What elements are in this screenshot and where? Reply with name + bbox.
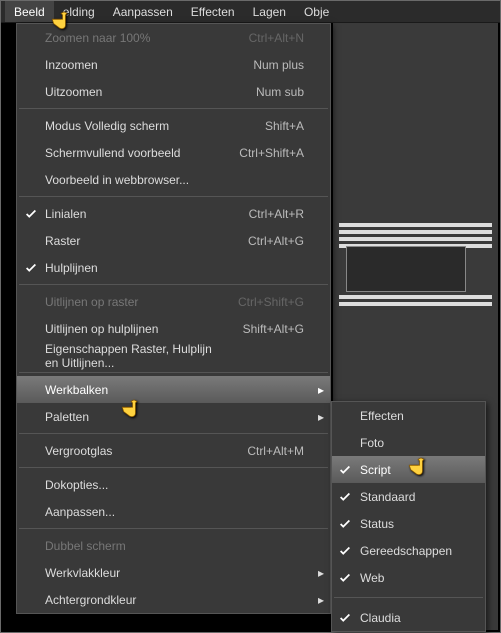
menubar-item[interactable]: Effecten bbox=[182, 1, 244, 22]
check-icon bbox=[332, 544, 358, 558]
submenu-werkbalken: Effecten Foto Script Standaard Status Gereeds… bbox=[331, 401, 486, 632]
menu-separator bbox=[19, 467, 328, 468]
menu-item-label: Paletten bbox=[45, 410, 222, 424]
menu-item[interactable]: Claudia bbox=[332, 604, 485, 631]
menu-item: Dubbel scherm bbox=[17, 532, 330, 559]
menu-item-label: Werkbalken bbox=[45, 383, 222, 397]
check-icon bbox=[332, 463, 358, 477]
menubar: BeeldeldingAanpassenEffectenLagenObje bbox=[1, 1, 500, 23]
menu-item-label: Achtergrondkleur bbox=[45, 593, 222, 607]
menu-shortcut: Ctrl+Alt+G bbox=[222, 234, 312, 248]
menu-item-label: Foto bbox=[358, 436, 467, 450]
menu-item[interactable]: UitzoomenNum sub bbox=[17, 78, 330, 105]
menu-item-label: Uitlijnen op hulplijnen bbox=[45, 322, 222, 336]
menu-item[interactable]: Web bbox=[332, 564, 485, 591]
menu-shortcut: Num sub bbox=[222, 85, 312, 99]
menu-item[interactable]: Schermvullend voorbeeldCtrl+Shift+A bbox=[17, 139, 330, 166]
menu-item[interactable]: Script bbox=[332, 456, 485, 483]
menu-item-label: Claudia bbox=[358, 611, 467, 625]
menu-shortcut: Num plus bbox=[222, 58, 312, 72]
menu-item-label: Dokopties... bbox=[45, 478, 222, 492]
menu-item[interactable]: Effecten bbox=[332, 402, 485, 429]
menu-item[interactable]: Foto bbox=[332, 429, 485, 456]
menu-separator bbox=[19, 108, 328, 109]
canvas-logo bbox=[346, 246, 466, 292]
menubar-item[interactable]: Lagen bbox=[244, 1, 295, 22]
menu-item[interactable]: Uitlijnen op hulplijnenShift+Alt+G bbox=[17, 315, 330, 342]
check-icon bbox=[332, 571, 358, 585]
check-icon bbox=[17, 261, 45, 275]
menubar-item[interactable]: Obje bbox=[295, 1, 338, 22]
menu-item[interactable]: Aanpassen... bbox=[17, 498, 330, 525]
menu-item[interactable]: Gereedschappen bbox=[332, 537, 485, 564]
menu-item-label: Zoomen naar 100% bbox=[45, 31, 222, 45]
menu-item[interactable]: InzoomenNum plus bbox=[17, 51, 330, 78]
menu-item[interactable]: LinialenCtrl+Alt+R bbox=[17, 200, 330, 227]
menu-shortcut: Ctrl+Alt+N bbox=[222, 31, 312, 45]
submenu-arrow-icon: ▸ bbox=[312, 383, 330, 397]
check-icon bbox=[332, 490, 358, 504]
menu-item-label: Gereedschappen bbox=[358, 544, 467, 558]
menu-item[interactable]: Status bbox=[332, 510, 485, 537]
menubar-item[interactable]: Beeld bbox=[5, 1, 54, 22]
menubar-item[interactable]: Aanpassen bbox=[104, 1, 182, 22]
menu-shortcut: Ctrl+Alt+M bbox=[222, 444, 312, 458]
menu-item[interactable]: Modus Volledig schermShift+A bbox=[17, 112, 330, 139]
menu-item-label: Uitlijnen op raster bbox=[45, 295, 222, 309]
menu-item[interactable]: Dokopties... bbox=[17, 471, 330, 498]
menu-item-label: Schermvullend voorbeeld bbox=[45, 146, 222, 160]
menu-item-label: Hulplijnen bbox=[45, 261, 222, 275]
menu-separator bbox=[19, 372, 328, 373]
menu-item-label: Dubbel scherm bbox=[45, 539, 222, 553]
menu-item-label: Vergrootglas bbox=[45, 444, 222, 458]
menu-item-label: Inzoomen bbox=[45, 58, 222, 72]
menu-shortcut: Shift+A bbox=[222, 119, 312, 133]
menu-separator bbox=[19, 284, 328, 285]
menu-item[interactable]: Achtergrondkleur ▸ bbox=[17, 586, 330, 613]
menubar-item[interactable]: elding bbox=[54, 1, 104, 22]
menu-item[interactable]: RasterCtrl+Alt+G bbox=[17, 227, 330, 254]
menu-separator bbox=[19, 433, 328, 434]
submenu-arrow-icon: ▸ bbox=[312, 410, 330, 424]
menu-item[interactable]: Paletten ▸ bbox=[17, 403, 330, 430]
menu-item[interactable]: VergrootglasCtrl+Alt+M bbox=[17, 437, 330, 464]
menu-shortcut: Ctrl+Shift+A bbox=[222, 146, 312, 160]
menu-separator bbox=[19, 196, 328, 197]
menu-separator bbox=[334, 597, 483, 598]
menu-item-label: Uitzoomen bbox=[45, 85, 222, 99]
menu-item: Uitlijnen op rasterCtrl+Shift+G bbox=[17, 288, 330, 315]
menu-item: Zoomen naar 100%Ctrl+Alt+N bbox=[17, 24, 330, 51]
menu-beeld: Zoomen naar 100%Ctrl+Alt+NInzoomenNum pl… bbox=[16, 23, 331, 614]
menu-shortcut: Shift+Alt+G bbox=[222, 322, 312, 336]
menu-item-label: Script bbox=[358, 463, 467, 477]
menu-item-label: Eigenschappen Raster, Hulplijn en Uitlij… bbox=[45, 342, 222, 370]
menu-item-label: Linialen bbox=[45, 207, 222, 221]
check-icon bbox=[17, 207, 45, 221]
menu-item-label: Standaard bbox=[358, 490, 467, 504]
submenu-arrow-icon: ▸ bbox=[312, 566, 330, 580]
menu-item-label: Web bbox=[358, 571, 467, 585]
menu-item-label: Modus Volledig scherm bbox=[45, 119, 222, 133]
menu-item-label: Aanpassen... bbox=[45, 505, 222, 519]
check-icon bbox=[332, 517, 358, 531]
menu-item[interactable]: Hulplijnen bbox=[17, 254, 330, 281]
menu-item[interactable]: Eigenschappen Raster, Hulplijn en Uitlij… bbox=[17, 342, 330, 369]
menu-item-label: Voorbeeld in webbrowser... bbox=[45, 173, 222, 187]
menu-item-label: Raster bbox=[45, 234, 222, 248]
submenu-arrow-icon: ▸ bbox=[312, 593, 330, 607]
menu-item-label: Status bbox=[358, 517, 467, 531]
menu-item[interactable]: Standaard bbox=[332, 483, 485, 510]
menu-item[interactable]: Werkvlakkleur ▸ bbox=[17, 559, 330, 586]
menu-shortcut: Ctrl+Alt+R bbox=[222, 207, 312, 221]
menu-item[interactable]: Werkbalken ▸ bbox=[17, 376, 330, 403]
menu-item-label: Effecten bbox=[358, 409, 467, 423]
menu-separator bbox=[19, 528, 328, 529]
menu-shortcut: Ctrl+Shift+G bbox=[222, 295, 312, 309]
menu-item-label: Werkvlakkleur bbox=[45, 566, 222, 580]
check-icon bbox=[332, 611, 358, 625]
menu-item[interactable]: Voorbeeld in webbrowser... bbox=[17, 166, 330, 193]
